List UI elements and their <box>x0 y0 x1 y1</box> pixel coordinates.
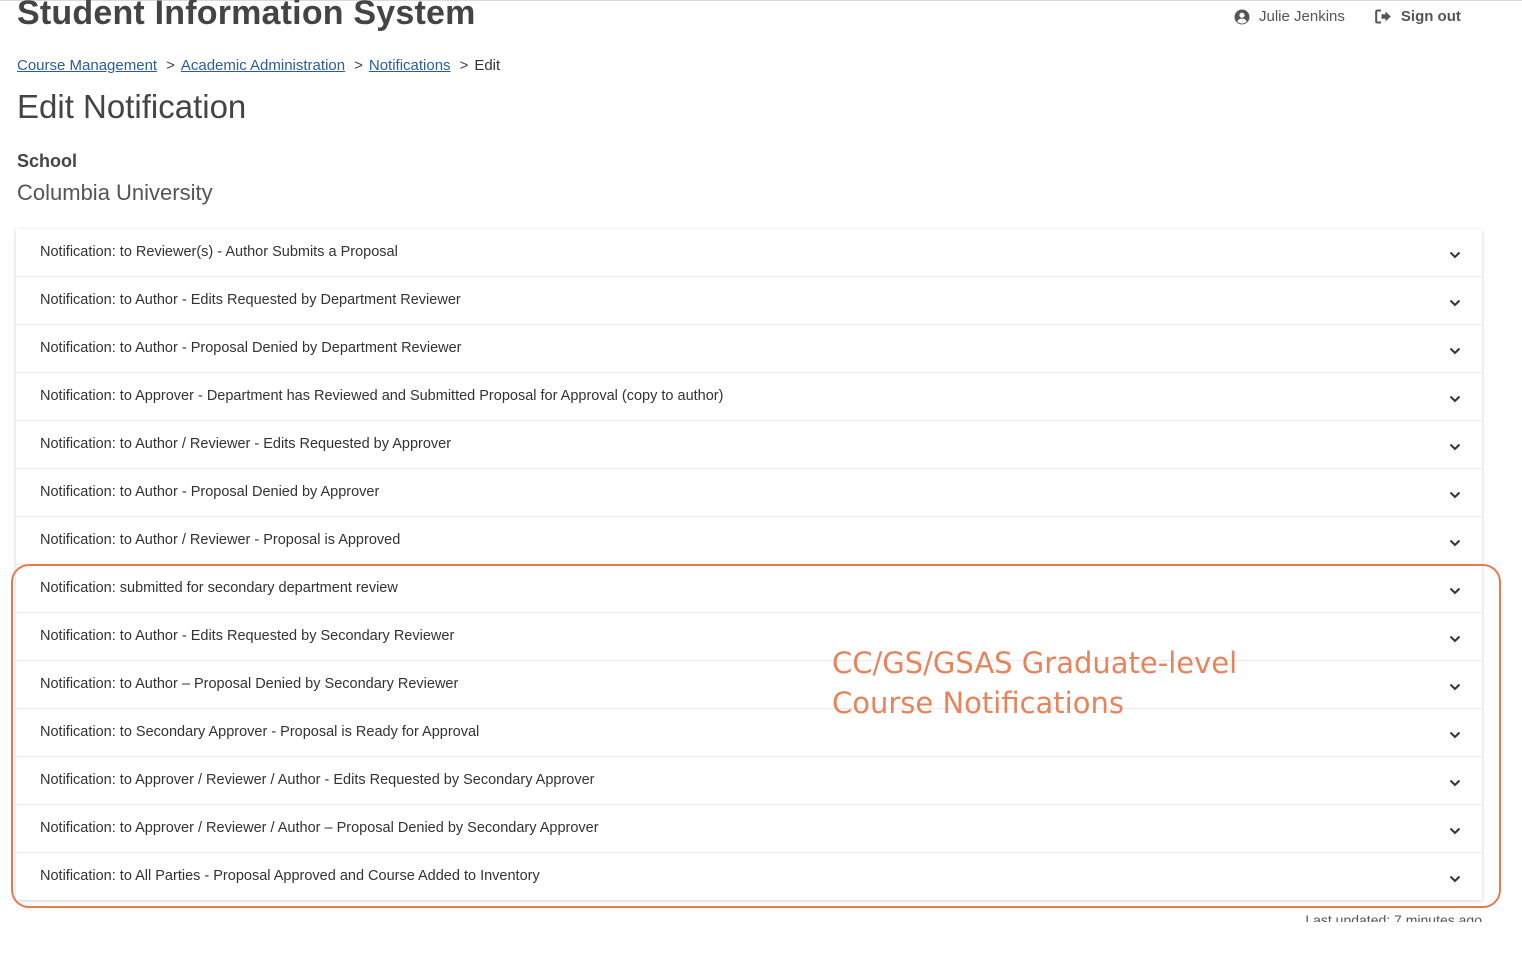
notification-row[interactable]: Notification: to Author / Reviewer - Pro… <box>16 517 1482 565</box>
notification-label: Notification: to Author / Reviewer - Pro… <box>40 532 401 548</box>
notification-row[interactable]: Notification: to All Parties - Proposal … <box>16 853 1482 900</box>
notification-row[interactable]: Notification: to Author - Edits Requeste… <box>16 277 1482 325</box>
chevron-down-icon[interactable] <box>1448 440 1462 454</box>
breadcrumb: Course Management > Academic Administratio… <box>17 57 500 74</box>
sign-out-label: Sign out <box>1400 8 1461 25</box>
notification-row[interactable]: Notification: to Author - Proposal Denie… <box>16 325 1482 373</box>
notification-label: Notification: to Approver - Department h… <box>40 388 724 404</box>
chevron-down-icon[interactable] <box>1448 536 1462 550</box>
user-area: Julie Jenkins Sign out <box>1234 8 1461 25</box>
chevron-down-icon[interactable] <box>1448 680 1462 694</box>
breadcrumb-link-academic-administration[interactable]: Academic Administration <box>181 57 345 74</box>
chevron-down-icon[interactable] <box>1448 392 1462 406</box>
notification-label: Notification: to Reviewer(s) - Author Su… <box>40 244 398 260</box>
notification-row[interactable]: Notification: to Author / Reviewer - Edi… <box>16 421 1482 469</box>
notification-accordion: Notification: to Reviewer(s) - Author Su… <box>16 229 1482 900</box>
notification-label: Notification: to Author - Edits Requeste… <box>40 292 461 308</box>
chevron-down-icon[interactable] <box>1448 488 1462 502</box>
breadcrumb-separator: > <box>459 57 469 74</box>
chevron-down-icon[interactable] <box>1448 248 1462 262</box>
chevron-down-icon[interactable] <box>1448 296 1462 310</box>
notification-label: Notification: submitted for secondary de… <box>40 580 398 596</box>
user-menu[interactable]: Julie Jenkins <box>1234 8 1345 25</box>
chevron-down-icon[interactable] <box>1448 584 1462 598</box>
school-label: School <box>17 151 78 171</box>
notification-label: Notification: to Author - Proposal Denie… <box>40 340 462 356</box>
app-title: Student Information System <box>17 0 476 32</box>
notification-label: Notification: to Author - Edits Requeste… <box>40 628 455 644</box>
chevron-down-icon[interactable] <box>1448 824 1462 838</box>
annotation-line-1: CC/GS/GSAS Graduate-level <box>832 646 1238 680</box>
notification-label: Notification: to Author / Reviewer - Edi… <box>40 436 452 452</box>
sign-out-button[interactable]: Sign out <box>1375 8 1461 25</box>
user-circle-icon <box>1234 9 1250 24</box>
breadcrumb-link-course-management[interactable]: Course Management <box>17 57 157 74</box>
school-value: Columbia University <box>17 180 213 205</box>
last-updated: Last updated: 7 minutes ago <box>1305 912 1482 922</box>
notification-row[interactable]: Notification: to Secondary Approver - Pr… <box>16 709 1482 757</box>
user-name: Julie Jenkins <box>1259 8 1345 25</box>
notification-label: Notification: to Approver / Reviewer / A… <box>40 820 599 836</box>
notification-row[interactable]: Notification: to Author - Edits Requeste… <box>16 613 1482 661</box>
breadcrumb-link-notifications[interactable]: Notifications <box>369 57 451 74</box>
breadcrumb-separator: > <box>166 57 175 74</box>
chevron-down-icon[interactable] <box>1448 776 1462 790</box>
notification-row[interactable]: Notification: submitted for secondary de… <box>16 565 1482 613</box>
notification-label: Notification: to Secondary Approver - Pr… <box>40 724 480 740</box>
sign-out-icon <box>1375 9 1391 24</box>
page-title: Edit Notification <box>17 88 247 125</box>
notification-row[interactable]: Notification: to Author – Proposal Denie… <box>16 661 1482 709</box>
notification-row[interactable]: Notification: to Reviewer(s) - Author Su… <box>16 229 1482 277</box>
chevron-down-icon[interactable] <box>1448 728 1462 742</box>
notification-row[interactable]: Notification: to Approver / Reviewer / A… <box>16 757 1482 805</box>
notification-row[interactable]: Notification: to Approver - Department h… <box>16 373 1482 421</box>
notification-label: Notification: to Author - Proposal Denie… <box>40 484 380 500</box>
annotation-line-2: Course Notifications <box>832 686 1124 720</box>
breadcrumb-separator: > <box>354 57 363 74</box>
notification-label: Notification: to Approver / Reviewer / A… <box>40 772 595 788</box>
annotation-label: CC/GS/GSAS Graduate-level Course Notific… <box>832 643 1237 723</box>
chevron-down-icon[interactable] <box>1448 632 1462 646</box>
chevron-down-icon[interactable] <box>1448 344 1462 358</box>
notification-row[interactable]: Notification: to Author - Proposal Denie… <box>16 469 1482 517</box>
notification-label: Notification: to Author – Proposal Denie… <box>40 676 459 692</box>
notification-row[interactable]: Notification: to Approver / Reviewer / A… <box>16 805 1482 853</box>
breadcrumb-current: Edit <box>474 57 501 74</box>
chevron-down-icon[interactable] <box>1448 872 1462 886</box>
notification-label: Notification: to All Parties - Proposal … <box>40 868 540 884</box>
